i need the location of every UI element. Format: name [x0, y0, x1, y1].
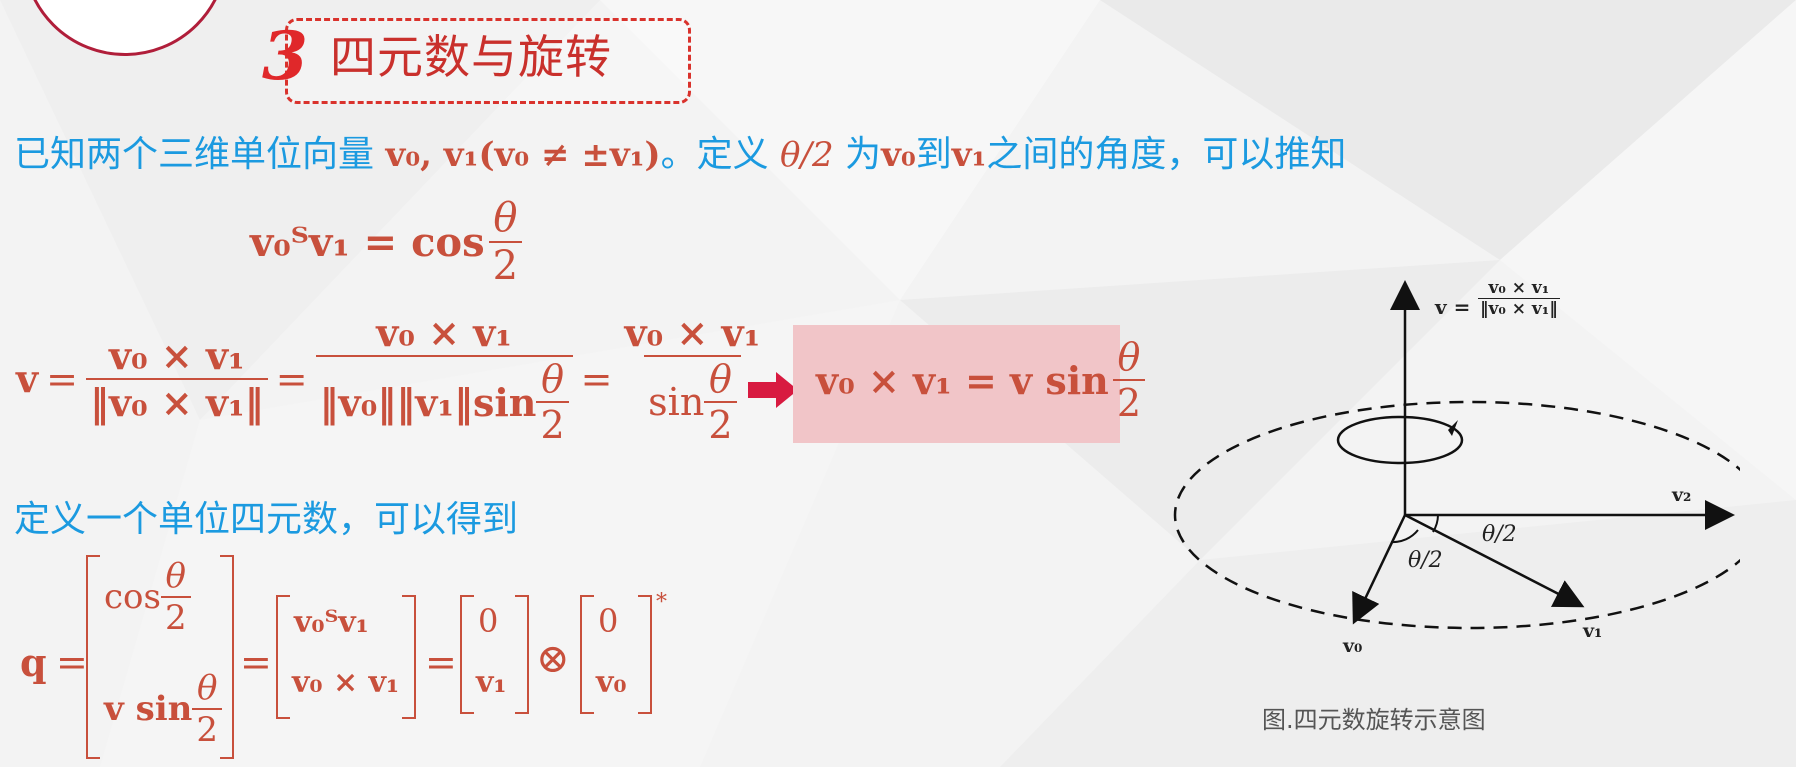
q-zero1: 0	[478, 602, 499, 640]
section-number: 3	[262, 17, 308, 95]
bracket-left-4	[580, 595, 594, 714]
label-half-angle-1: θ/2	[1482, 522, 1517, 547]
bracket-right-3	[515, 595, 529, 714]
eq2-f3-num: v₀ × v₁	[624, 310, 761, 355]
intro-prefix: 已知两个三维单位向量	[14, 134, 375, 175]
q-v1: v₁	[476, 665, 507, 700]
q-vt: v₀ᵀv₁	[294, 605, 369, 640]
eq1-lhs: v₀ᵀv₁ = cos	[250, 218, 485, 266]
eq1-den: 2	[488, 241, 523, 289]
eq3-q: q	[20, 640, 47, 685]
q-row2-two: 2	[192, 708, 223, 750]
bracket-left-1	[86, 555, 100, 759]
bracket-left-3	[460, 595, 474, 714]
label-half-angle-2: θ/2	[1408, 548, 1443, 573]
eq3-eq1: =	[56, 640, 88, 684]
label-v2: v₂	[1672, 484, 1692, 506]
bracket-right-1	[220, 555, 234, 759]
bracket-right-4	[638, 595, 652, 714]
q-v0: v₀	[596, 665, 627, 700]
q-row1-two: 2	[160, 596, 191, 638]
eq2-eq2: =	[275, 356, 308, 401]
equation-v: v = v₀ × v₁ ‖v₀ × v₁‖ = v₀ × v₁ ‖v₀‖‖v₁‖…	[16, 310, 764, 447]
intro-v1: v₁	[951, 135, 987, 175]
eq2-f2-den: ‖v₀‖‖v₁‖sin	[319, 379, 537, 425]
eq2-f1-num: v₀ × v₁	[108, 332, 245, 378]
q-vx: v₀ × v₁	[292, 665, 400, 700]
label-v0: v₀	[1343, 635, 1363, 657]
intro-to: 到	[915, 134, 952, 175]
intro-mid: 。定义	[660, 134, 769, 175]
diagram-v-label: v =	[1435, 295, 1471, 319]
q-row2-theta: θ	[196, 668, 218, 708]
eq3-eq2: =	[240, 640, 272, 684]
eq2-f2-two: 2	[536, 401, 569, 447]
figure-caption: 图.四元数旋转示意图	[1262, 706, 1486, 734]
page-title: 四元数与旋转	[330, 30, 612, 84]
eq2-f3-theta: θ	[708, 357, 732, 401]
eq2-f1-den: ‖v₀ × v₁‖	[85, 377, 268, 425]
eq2-v: v	[16, 356, 39, 401]
q-row2: v sin θ2	[104, 668, 223, 750]
define-line: 定义一个单位四元数，可以得到	[14, 499, 519, 540]
otimes-symbol: ⊗	[536, 636, 570, 682]
intro-theta: θ/2	[780, 135, 834, 175]
intro-suffix: 之间的角度，可以推知	[986, 134, 1347, 175]
eq2-f3-two: 2	[704, 401, 737, 447]
bracket-left-2	[276, 595, 290, 719]
boxed-lhs: v₀ × v₁ = v sin	[816, 357, 1109, 403]
intro-math: v₀, v₁(v₀ ≠ ±v₁)	[385, 135, 661, 175]
diagram-v-fraction: v₀ × v₁ ‖v₀ × v₁‖	[1478, 278, 1560, 319]
intro-line: 已知两个三维单位向量 v₀, v₁(v₀ ≠ ±v₁)。定义 θ/2 为v₀到v…	[14, 125, 1346, 177]
intro-mid2: 为	[845, 134, 882, 175]
q-zero2: 0	[598, 602, 619, 640]
eq2-f2-theta: θ	[541, 357, 564, 401]
eq2-eq3: =	[580, 356, 613, 401]
diagram-top-num: v₀ × v₁	[1488, 278, 1550, 298]
q-vsin: v sin	[104, 689, 193, 729]
equation-cos: v₀ᵀv₁ = cos θ 2	[250, 195, 523, 289]
eq2-eq1: =	[46, 356, 78, 401]
eq2-f3-den: sin	[648, 380, 705, 424]
eq2-f2-num: v₀ × v₁	[376, 310, 512, 355]
conjugate-star: *	[656, 590, 667, 615]
q-cos: cos	[104, 577, 161, 617]
intro-v0: v₀	[881, 135, 916, 175]
label-v1: v₁	[1583, 620, 1603, 642]
bracket-right-2	[402, 595, 416, 719]
q-row1-theta: θ	[165, 556, 187, 596]
eq1-num: θ	[493, 195, 518, 241]
eq3-eq3: =	[425, 640, 457, 684]
diagram-top-den: ‖v₀ × v₁‖	[1478, 298, 1560, 319]
q-row1: cos θ2	[104, 556, 191, 638]
rotation-diagram	[1173, 280, 1740, 630]
